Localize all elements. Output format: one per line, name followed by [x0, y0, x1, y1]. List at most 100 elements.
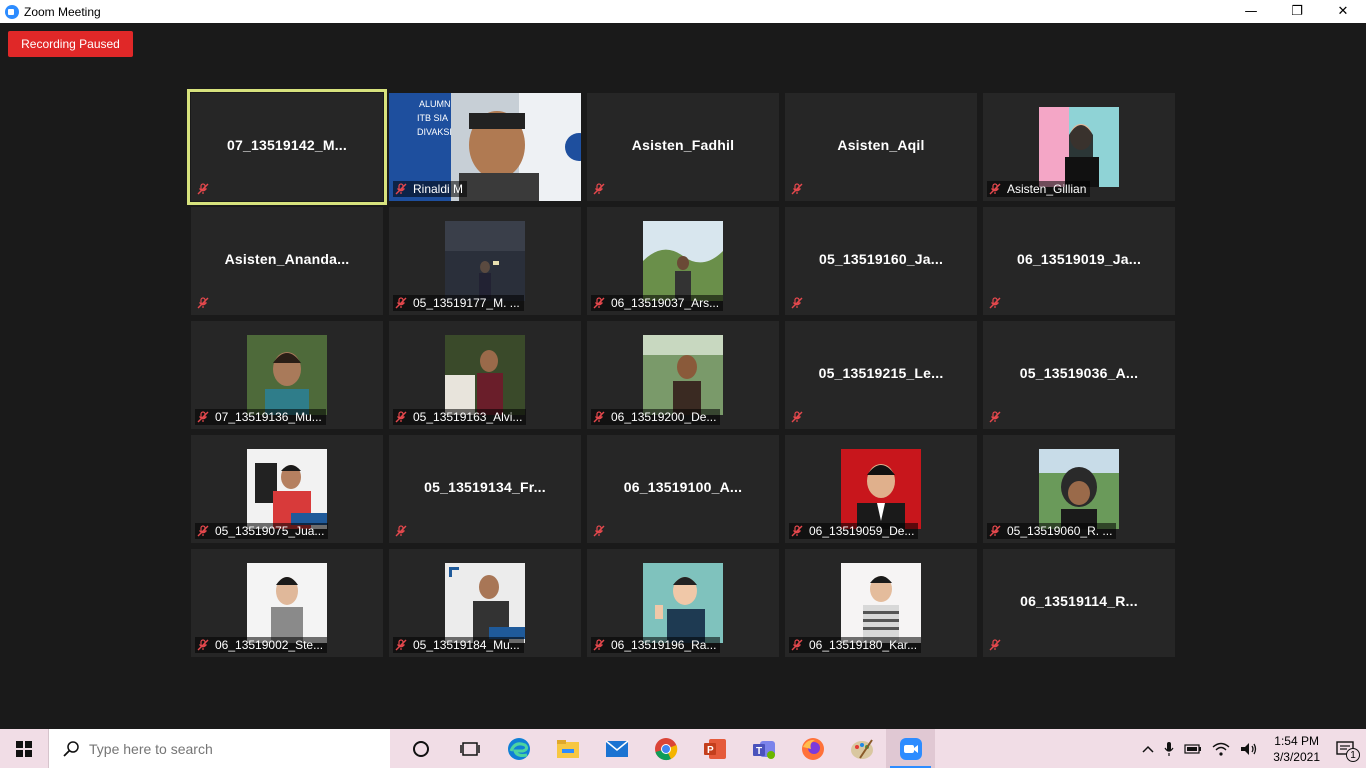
participant-label	[195, 181, 219, 197]
task-view-icon[interactable]	[445, 729, 494, 768]
participant-tile[interactable]: 05_13519134_Fr...	[389, 435, 581, 543]
participant-label: 06_13519196_Ra...	[591, 637, 721, 653]
participant-tile[interactable]: 05_13519184_Mu...	[389, 549, 581, 657]
profile-photo	[643, 335, 723, 415]
firefox-icon[interactable]	[788, 729, 837, 768]
minimize-button[interactable]: —	[1228, 0, 1274, 23]
muted-mic-icon	[197, 639, 209, 651]
recording-paused-badge[interactable]: Recording Paused	[8, 31, 133, 57]
powerpoint-icon[interactable]: P	[690, 729, 739, 768]
participant-tile[interactable]: 07_13519142_M...	[187, 89, 387, 205]
participant-tile[interactable]: Asisten_Ananda...	[191, 207, 383, 315]
chevron-up-icon[interactable]	[1137, 729, 1159, 768]
participant-label-text: 06_13519196_Ra...	[611, 638, 717, 652]
taskbar-search[interactable]	[48, 729, 390, 768]
participant-label-text: 06_13519059_De...	[809, 524, 915, 538]
mail-icon[interactable]	[592, 729, 641, 768]
muted-mic-icon	[989, 525, 1001, 537]
participant-tile[interactable]: 06_13519196_Ra...	[587, 549, 779, 657]
gallery-grid: 07_13519142_M... ALUMN ITB SIA DIVAKSI R…	[187, 89, 1175, 657]
participant-name: 05_13519160_Ja...	[818, 251, 944, 267]
participant-label-text: 07_13519136_Mu...	[215, 410, 322, 424]
participant-label-text: 06_13519002_Ste...	[215, 638, 324, 652]
participant-label-text: 05_13519060_R. ...	[1007, 524, 1113, 538]
participant-tile[interactable]: 05_13519160_Ja...	[785, 207, 977, 315]
participant-name: Asisten_Aqil	[837, 137, 925, 153]
participant-label: 05_13519163_Alvi...	[393, 409, 527, 425]
participant-name: 06_13519114_R...	[1020, 593, 1138, 609]
participant-label	[987, 409, 1011, 425]
participant-tile[interactable]: 05_13519075_Jua...	[191, 435, 383, 543]
participant-label	[987, 637, 1011, 653]
participant-tile[interactable]: 05_13519215_Le...	[785, 321, 977, 429]
participant-tile[interactable]: 06_13519180_Kar...	[785, 549, 977, 657]
muted-mic-icon	[791, 411, 803, 423]
microphone-icon[interactable]	[1159, 729, 1179, 768]
participant-tile[interactable]: 06_13519002_Ste...	[191, 549, 383, 657]
participant-label-text: Rinaldi M	[413, 182, 464, 196]
muted-mic-icon	[395, 525, 407, 537]
taskbar-clock[interactable]: 1:54 PM 3/3/2021	[1263, 733, 1330, 765]
battery-icon[interactable]	[1179, 729, 1207, 768]
windows-logo-icon	[16, 740, 32, 757]
file-explorer-icon[interactable]	[543, 729, 592, 768]
muted-mic-icon	[593, 525, 605, 537]
profile-photo	[445, 563, 525, 643]
muted-mic-icon	[791, 525, 803, 537]
participant-tile[interactable]: 06_13519019_Ja...	[983, 207, 1175, 315]
volume-icon[interactable]	[1235, 729, 1263, 768]
participant-tile[interactable]: 06_13519037_Ars...	[587, 207, 779, 315]
notification-center[interactable]: 1	[1330, 729, 1366, 768]
participant-name: 05_13519134_Fr...	[424, 479, 546, 495]
profile-photo	[247, 449, 327, 529]
muted-mic-icon	[395, 639, 407, 651]
participant-tile[interactable]: 05_13519060_R. ...	[983, 435, 1175, 543]
muted-mic-icon	[989, 297, 1001, 309]
muted-mic-icon	[593, 183, 605, 195]
teams-icon[interactable]: T	[739, 729, 788, 768]
close-button[interactable]: ✕	[1320, 0, 1366, 23]
chrome-icon[interactable]	[641, 729, 690, 768]
window-title: Zoom Meeting	[24, 4, 101, 19]
participant-label: 05_13519177_M. ...	[393, 295, 524, 311]
edge-icon[interactable]	[494, 729, 543, 768]
participant-tile[interactable]: 05_13519177_M. ...	[389, 207, 581, 315]
participant-tile[interactable]: 06_13519200_De...	[587, 321, 779, 429]
participant-tile[interactable]: 06_13519114_R...	[983, 549, 1175, 657]
participant-label: Rinaldi M	[393, 181, 468, 197]
participant-label	[393, 523, 417, 539]
participant-tile[interactable]: 05_13519036_A...	[983, 321, 1175, 429]
participant-label	[195, 295, 219, 311]
wifi-icon[interactable]	[1207, 729, 1235, 768]
svg-text:P: P	[707, 745, 714, 756]
zoom-icon[interactable]	[886, 729, 935, 768]
participant-tile[interactable]: ALUMN ITB SIA DIVAKSI Rinaldi M	[389, 93, 581, 201]
cortana-icon[interactable]	[396, 729, 445, 768]
muted-mic-icon	[197, 183, 209, 195]
svg-text:ITB SIA: ITB SIA	[417, 113, 448, 123]
profile-photo	[841, 563, 921, 643]
taskbar-apps: P T	[396, 729, 935, 768]
participant-tile[interactable]: Asisten_Aqil	[785, 93, 977, 201]
muted-mic-icon	[989, 639, 1001, 651]
paint-icon[interactable]	[837, 729, 886, 768]
participant-name: 05_13519036_A...	[1019, 365, 1139, 381]
participant-tile[interactable]: 06_13519100_A...	[587, 435, 779, 543]
system-tray: 1:54 PM 3/3/2021 1	[1137, 729, 1366, 768]
search-input[interactable]	[89, 740, 369, 757]
participant-tile[interactable]: 05_13519163_Alvi...	[389, 321, 581, 429]
participant-label-text: 05_13519177_M. ...	[413, 296, 520, 310]
participant-name: 06_13519019_Ja...	[1016, 251, 1142, 267]
participant-tile[interactable]: 06_13519059_De...	[785, 435, 977, 543]
window-controls: — ❐ ✕	[1228, 0, 1366, 23]
start-button[interactable]	[0, 729, 48, 768]
participant-tile[interactable]: Asisten_Fadhil	[587, 93, 779, 201]
restore-button[interactable]: ❐	[1274, 0, 1320, 23]
notification-count: 1	[1346, 748, 1360, 762]
participant-label	[591, 523, 615, 539]
participant-label-text: 05_13519075_Jua...	[215, 524, 325, 538]
participant-tile[interactable]: Asisten_Gillian	[983, 93, 1175, 201]
participant-tile[interactable]: 07_13519136_Mu...	[191, 321, 383, 429]
profile-photo	[643, 221, 723, 301]
window-titlebar: Zoom Meeting — ❐ ✕	[0, 0, 1366, 23]
